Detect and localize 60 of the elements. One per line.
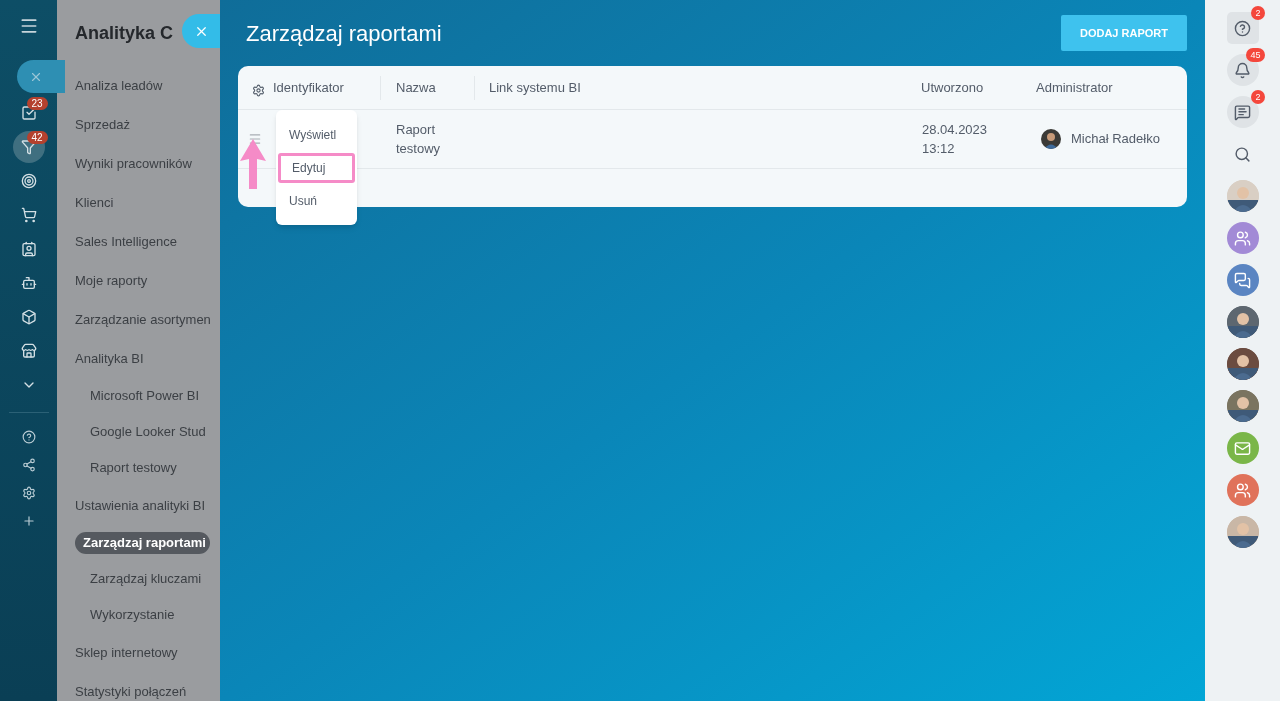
sidebar-item[interactable]: Sales Intelligence [75,231,177,252]
sidebar-item[interactable]: Analityka BI [75,348,144,369]
user-name[interactable]: Michał Radełko [1071,129,1160,149]
sidebar-item[interactable]: Sklep internetowy [75,642,178,663]
sidebar-title: Analityka C [75,23,174,43]
cart-icon[interactable] [20,207,37,223]
store-icon[interactable] [20,343,37,359]
column-header[interactable]: Nazwa [396,77,436,98]
sidebar-item[interactable]: Zarządzaj raportami [75,532,210,554]
sidebar-item[interactable]: Google Looker Stud [90,422,206,442]
menu-item[interactable]: Usuń [278,185,355,216]
filter-icon[interactable] [20,139,37,155]
contact-avatar[interactable] [1226,264,1259,296]
sidebar-item[interactable]: Klienci [75,192,114,213]
robot-icon[interactable] [20,275,37,291]
table-cell-text: 28.04.2023 13:12 [922,120,989,158]
chat-icon [1234,271,1251,289]
network-icon[interactable] [21,458,36,472]
sidebar-item[interactable]: Wykorzystanie [90,605,175,625]
sidebar-item[interactable]: Raport testowy [90,458,177,478]
column-header[interactable]: Utworzono [921,79,984,95]
column-header[interactable]: Identyfikator [273,77,344,98]
people-icon [1234,481,1251,499]
sidebar-item[interactable]: Zarządzanie asortymen [75,309,211,330]
page-title: Zarządzaj raportami [245,19,442,48]
contact-card-icon[interactable] [20,241,37,257]
bell-icon[interactable] [1234,61,1251,79]
sidebar-item[interactable]: Wyniki pracowników [75,153,192,174]
sidebar-item[interactable]: Moje raporty [75,270,148,291]
contact-avatar[interactable] [1226,474,1259,506]
help-icon[interactable] [1234,19,1251,37]
add-report-button[interactable]: DODAJ RAPORT [1061,15,1187,51]
menu-item[interactable]: Wyświetl [278,119,355,150]
close-tab[interactable] [17,60,65,93]
count-badge: 42 [26,131,48,144]
table-cell-text: Raport testowy [396,120,442,158]
search-icon[interactable] [1234,145,1251,163]
sidebar-item[interactable]: Statystyki połączeń [75,681,187,701]
sidebar-item[interactable]: Analiza leadów [75,75,163,96]
count-badge: 45 [1246,48,1265,62]
target-icon[interactable] [20,173,37,189]
sidebar-item[interactable]: Microsoft Power BI [90,386,200,406]
chat-icon[interactable] [1234,103,1251,121]
mail-icon [1234,439,1251,457]
menu-item[interactable]: Edytuj [278,152,355,183]
count-badge: 2 [1251,90,1265,104]
sidebar-item[interactable]: Ustawienia analityki BI [75,495,206,516]
arrow-annotation [240,139,266,189]
people-icon [1234,229,1251,247]
plus-icon[interactable] [21,514,36,528]
checkbox-icon[interactable] [20,105,37,121]
sidebar-item[interactable]: Zarządzaj kluczami [90,569,202,589]
column-header[interactable]: Link systemu BI [489,79,581,95]
box-icon[interactable] [20,309,37,325]
settings-icon[interactable] [252,84,265,97]
count-badge: 23 [26,97,48,110]
column-header[interactable]: Administrator [1036,79,1113,95]
sidebar-item[interactable]: Sprzedaż [75,114,130,135]
count-badge: 2 [1251,6,1265,20]
contact-avatar[interactable] [1226,222,1259,254]
